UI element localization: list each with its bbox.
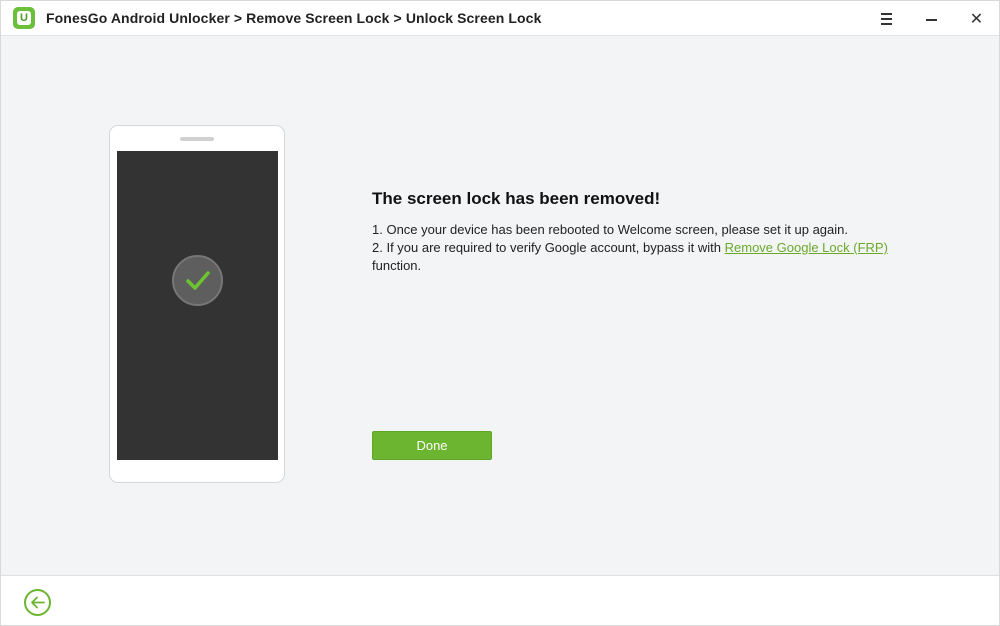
remove-google-lock-link[interactable]: Remove Google Lock (FRP) xyxy=(725,240,888,255)
menu-button[interactable] xyxy=(864,1,909,36)
phone-screen xyxy=(117,151,278,460)
window-controls: ✕ xyxy=(864,1,999,36)
app-logo-letter: U xyxy=(17,11,31,25)
close-button[interactable]: ✕ xyxy=(954,1,999,36)
instruction-step-2-prefix: 2. If you are required to verify Google … xyxy=(372,240,725,255)
window-title: FonesGo Android Unlocker > Remove Screen… xyxy=(46,10,542,26)
done-button[interactable]: Done xyxy=(372,431,492,460)
phone-illustration xyxy=(109,125,285,483)
footer-bar xyxy=(1,575,999,625)
back-arrow-icon xyxy=(31,596,45,609)
minimize-button[interactable] xyxy=(909,1,954,36)
app-logo-icon: U xyxy=(13,7,35,29)
instructions: 1. Once your device has been rebooted to… xyxy=(372,221,892,275)
title-bar: U FonesGo Android Unlocker > Remove Scre… xyxy=(1,1,999,36)
phone-speaker xyxy=(180,137,214,141)
close-icon: ✕ xyxy=(969,10,984,28)
back-button[interactable] xyxy=(24,589,51,616)
instruction-step-1: 1. Once your device has been rebooted to… xyxy=(372,222,848,237)
menu-icon xyxy=(881,12,892,25)
instruction-step-2: 2. If you are required to verify Google … xyxy=(372,239,892,275)
page-heading: The screen lock has been removed! xyxy=(372,189,661,208)
minimize-icon xyxy=(926,18,937,21)
app-window: U FonesGo Android Unlocker > Remove Scre… xyxy=(0,0,1000,626)
instruction-step-2-suffix: function. xyxy=(372,258,422,273)
success-badge xyxy=(172,255,223,306)
checkmark-icon xyxy=(185,270,210,290)
